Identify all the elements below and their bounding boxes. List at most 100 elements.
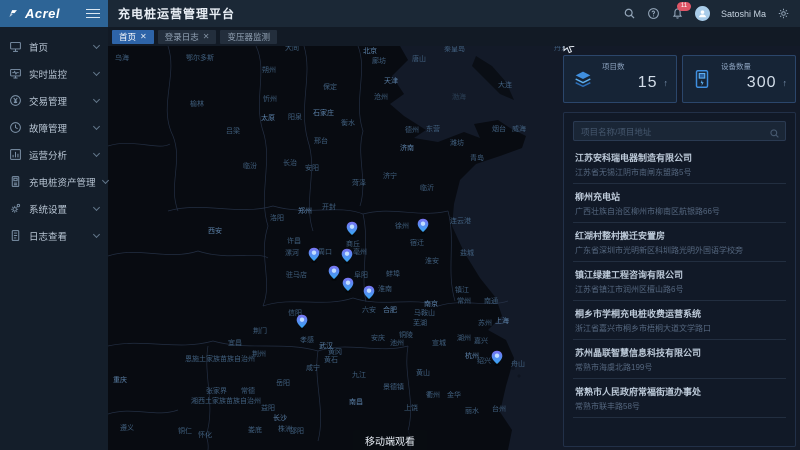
page-title: 充电桩运营管理平台	[118, 5, 235, 22]
map-city-label: 娄底	[248, 425, 262, 434]
tab-close-icon[interactable]: ✕	[140, 33, 147, 41]
project-list-item[interactable]: 常熟市人民政府常福街道办事处常熟市联丰路58号	[573, 379, 786, 418]
map-city-label: 驻马店	[286, 270, 307, 279]
map-pin[interactable]	[342, 249, 353, 264]
monitor-icon	[9, 67, 22, 80]
app-window: Acrel 充电桩运营管理平台 11 Satoshi Ma	[0, 0, 800, 450]
trend-up-icon: ↑	[783, 78, 788, 88]
map-city-label: 衢州	[426, 390, 440, 399]
tab-label: 登录日志	[165, 31, 199, 43]
project-address: 江苏省镇江市润州区檀山路6号	[575, 284, 784, 295]
map-city-label: 天津	[384, 77, 398, 85]
transaction-icon	[9, 94, 22, 107]
map-city-label: 阳泉	[288, 112, 302, 121]
map-pin[interactable]	[309, 248, 320, 263]
sidebar-item-充电桩资产管理[interactable]: 充电桩资产管理	[0, 168, 108, 195]
project-name: 常熟市人民政府常福街道办事处	[575, 385, 784, 398]
sidebar-item-系统设置[interactable]: 系统设置	[0, 195, 108, 222]
project-list-item[interactable]: 柳州充电站广西壮族自治区柳州市柳南区航银路66号	[573, 184, 786, 223]
charger-icon	[691, 68, 713, 90]
map-city-label: 北京	[363, 46, 377, 55]
map-city-label: 湘西土家族苗族自治州	[191, 396, 261, 405]
mobile-view-button[interactable]: 移动端观看	[353, 430, 427, 450]
map-city-label: 石家庄	[313, 108, 334, 117]
map-city-label: 岳阳	[276, 378, 290, 387]
map-city-label: 威海	[512, 124, 526, 133]
map-city-label: 丹东	[554, 46, 568, 52]
map-city-label: 洛阳	[270, 213, 284, 222]
project-name: 桐乡市学桐充电桩收费运营系统	[575, 307, 784, 320]
sidebar-item-label: 运营分析	[29, 148, 87, 162]
project-list-item[interactable]: 镇江绿建工程咨询有限公司江苏省镇江市润州区檀山路6号	[573, 262, 786, 301]
project-name: 江苏安科瑞电器制造有限公司	[575, 151, 784, 164]
map-city-label: 绍兴	[477, 356, 491, 365]
map-pin[interactable]	[343, 278, 354, 293]
gear-icon[interactable]	[777, 7, 790, 20]
map-city-label: 台州	[492, 404, 506, 413]
map-city-label: 太原	[261, 113, 275, 122]
chevron-down-icon	[93, 68, 100, 75]
sea-label: 渤海	[452, 92, 466, 101]
map-city-label: 潍坊	[450, 138, 464, 147]
map-city-label: 上饶	[404, 403, 418, 412]
sidebar-item-实时监控[interactable]: 实时监控	[0, 60, 108, 87]
log-icon	[9, 229, 22, 242]
map-city-label: 池州	[390, 338, 404, 347]
tab-登录日志[interactable]: 登录日志 ✕	[158, 30, 217, 44]
notifications-bell-icon[interactable]: 11	[671, 7, 684, 20]
map-city-label: 景德镇	[383, 382, 404, 391]
map-city-label: 九江	[352, 370, 366, 379]
map-city-label: 重庆	[113, 375, 127, 384]
map-city-label: 榆林	[190, 99, 204, 108]
map-city-label: 安庆	[371, 333, 385, 342]
project-list-item[interactable]: 桐乡市学桐充电桩收费运营系统浙江省嘉兴市桐乡市梧桐大道文学路口	[573, 301, 786, 340]
map-pin[interactable]	[329, 266, 340, 281]
project-list-item[interactable]: 江苏安科瑞电器制造有限公司江苏省无锡江阴市南闸东盟路5号	[573, 145, 786, 184]
user-name[interactable]: Satoshi Ma	[721, 9, 766, 19]
map-city-label: 南昌	[349, 397, 363, 406]
map-city-label: 益阳	[261, 403, 275, 412]
map-city-label: 商丘	[346, 239, 360, 248]
stat-label: 项目数	[602, 61, 668, 72]
map-pin[interactable]	[347, 222, 358, 237]
map-city-label: 张家界	[206, 386, 227, 395]
project-list-item[interactable]: 红湖村整村搬迁安置房广东省深圳市光明新区科圳路光明外国语学校旁	[573, 223, 786, 262]
sidebar-item-label: 充电桩资产管理	[29, 175, 96, 189]
china-map[interactable]: 乌海鄂尔多斯大同朔州北京廊坊唐山秦皇岛天津大连丹东保定沧州榆林忻州太原阳泉石家庄…	[108, 46, 800, 450]
map-pin[interactable]	[492, 351, 503, 366]
map-city-label: 西安	[208, 226, 222, 235]
map-city-label: 保定	[323, 82, 337, 91]
map-city-label: 衡水	[341, 118, 355, 127]
search-icon[interactable]	[623, 7, 636, 20]
search-icon[interactable]	[769, 126, 780, 137]
map-city-label: 镇江	[455, 285, 469, 294]
map-city-label: 淮安	[425, 256, 439, 265]
tab-close-icon[interactable]: ✕	[203, 33, 210, 41]
map-city-label: 六安	[362, 305, 376, 314]
sidebar-item-运营分析[interactable]: 运营分析	[0, 141, 108, 168]
right-panel: 项目数15↑设备数量300↑ 江苏安科瑞电器制造有限公司江苏省无锡江阴市南闸东盟…	[563, 55, 796, 447]
map-city-label: 廊坊	[372, 56, 386, 65]
sidebar-item-首页[interactable]: 首页	[0, 33, 108, 60]
project-search-input[interactable]	[574, 123, 785, 141]
chevron-down-icon	[93, 203, 100, 210]
map-pin[interactable]	[297, 315, 308, 330]
map-city-label: 宜昌	[228, 338, 242, 347]
help-icon[interactable]	[647, 7, 660, 20]
map-pin[interactable]	[418, 219, 429, 234]
map-city-label: 宣城	[432, 338, 446, 347]
tab-首页[interactable]: 首页✕	[112, 30, 154, 44]
project-list-item[interactable]: 苏州晶联智慧信息科技有限公司常熟市海虞北路199号	[573, 340, 786, 379]
map-city-label: 怀化	[198, 430, 212, 439]
project-name: 镇江绿建工程咨询有限公司	[575, 268, 784, 281]
menu-toggle-icon[interactable]	[86, 9, 100, 19]
map-city-label: 临沂	[420, 183, 434, 192]
tab-变压器监测[interactable]: 变压器监测	[220, 30, 277, 44]
avatar[interactable]	[695, 6, 710, 21]
project-address: 常熟市联丰路58号	[575, 401, 784, 412]
sidebar-item-故障管理[interactable]: 故障管理	[0, 114, 108, 141]
sidebar-item-交易管理[interactable]: 交易管理	[0, 87, 108, 114]
sidebar-item-日志查看[interactable]: 日志查看	[0, 222, 108, 249]
map-city-label: 黄冈	[328, 347, 342, 356]
map-city-label: 临汾	[243, 161, 257, 170]
